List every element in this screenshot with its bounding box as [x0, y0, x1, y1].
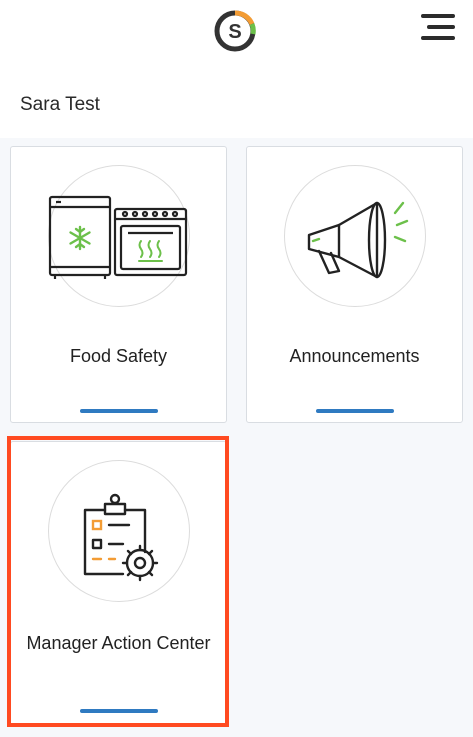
hamburger-menu-icon[interactable]	[421, 14, 455, 46]
tile-label: Food Safety	[69, 346, 168, 366]
tile-manager-action-center[interactable]: Manager Action Center	[10, 441, 227, 727]
tile-accent-bar	[80, 409, 158, 413]
clipboard-gear-icon	[83, 493, 159, 582]
logo-letter: S	[228, 21, 241, 43]
tile-announcements[interactable]: Announcements	[246, 146, 463, 423]
tile-grid: Food Safety Announcements Manager Action…	[0, 138, 473, 737]
app-header: S Sara Test	[0, 0, 473, 138]
megaphone-icon	[307, 201, 409, 279]
tile-food-safety[interactable]: Food Safety	[10, 146, 227, 423]
tile-label: Manager Action Center	[26, 633, 211, 653]
tile-accent-bar	[316, 409, 394, 413]
tile-label: Announcements	[289, 346, 420, 366]
fridge-oven-icon	[48, 195, 188, 279]
app-logo[interactable]: S	[212, 8, 258, 54]
tile-accent-bar	[80, 709, 158, 713]
user-name: Sara Test	[20, 94, 100, 115]
